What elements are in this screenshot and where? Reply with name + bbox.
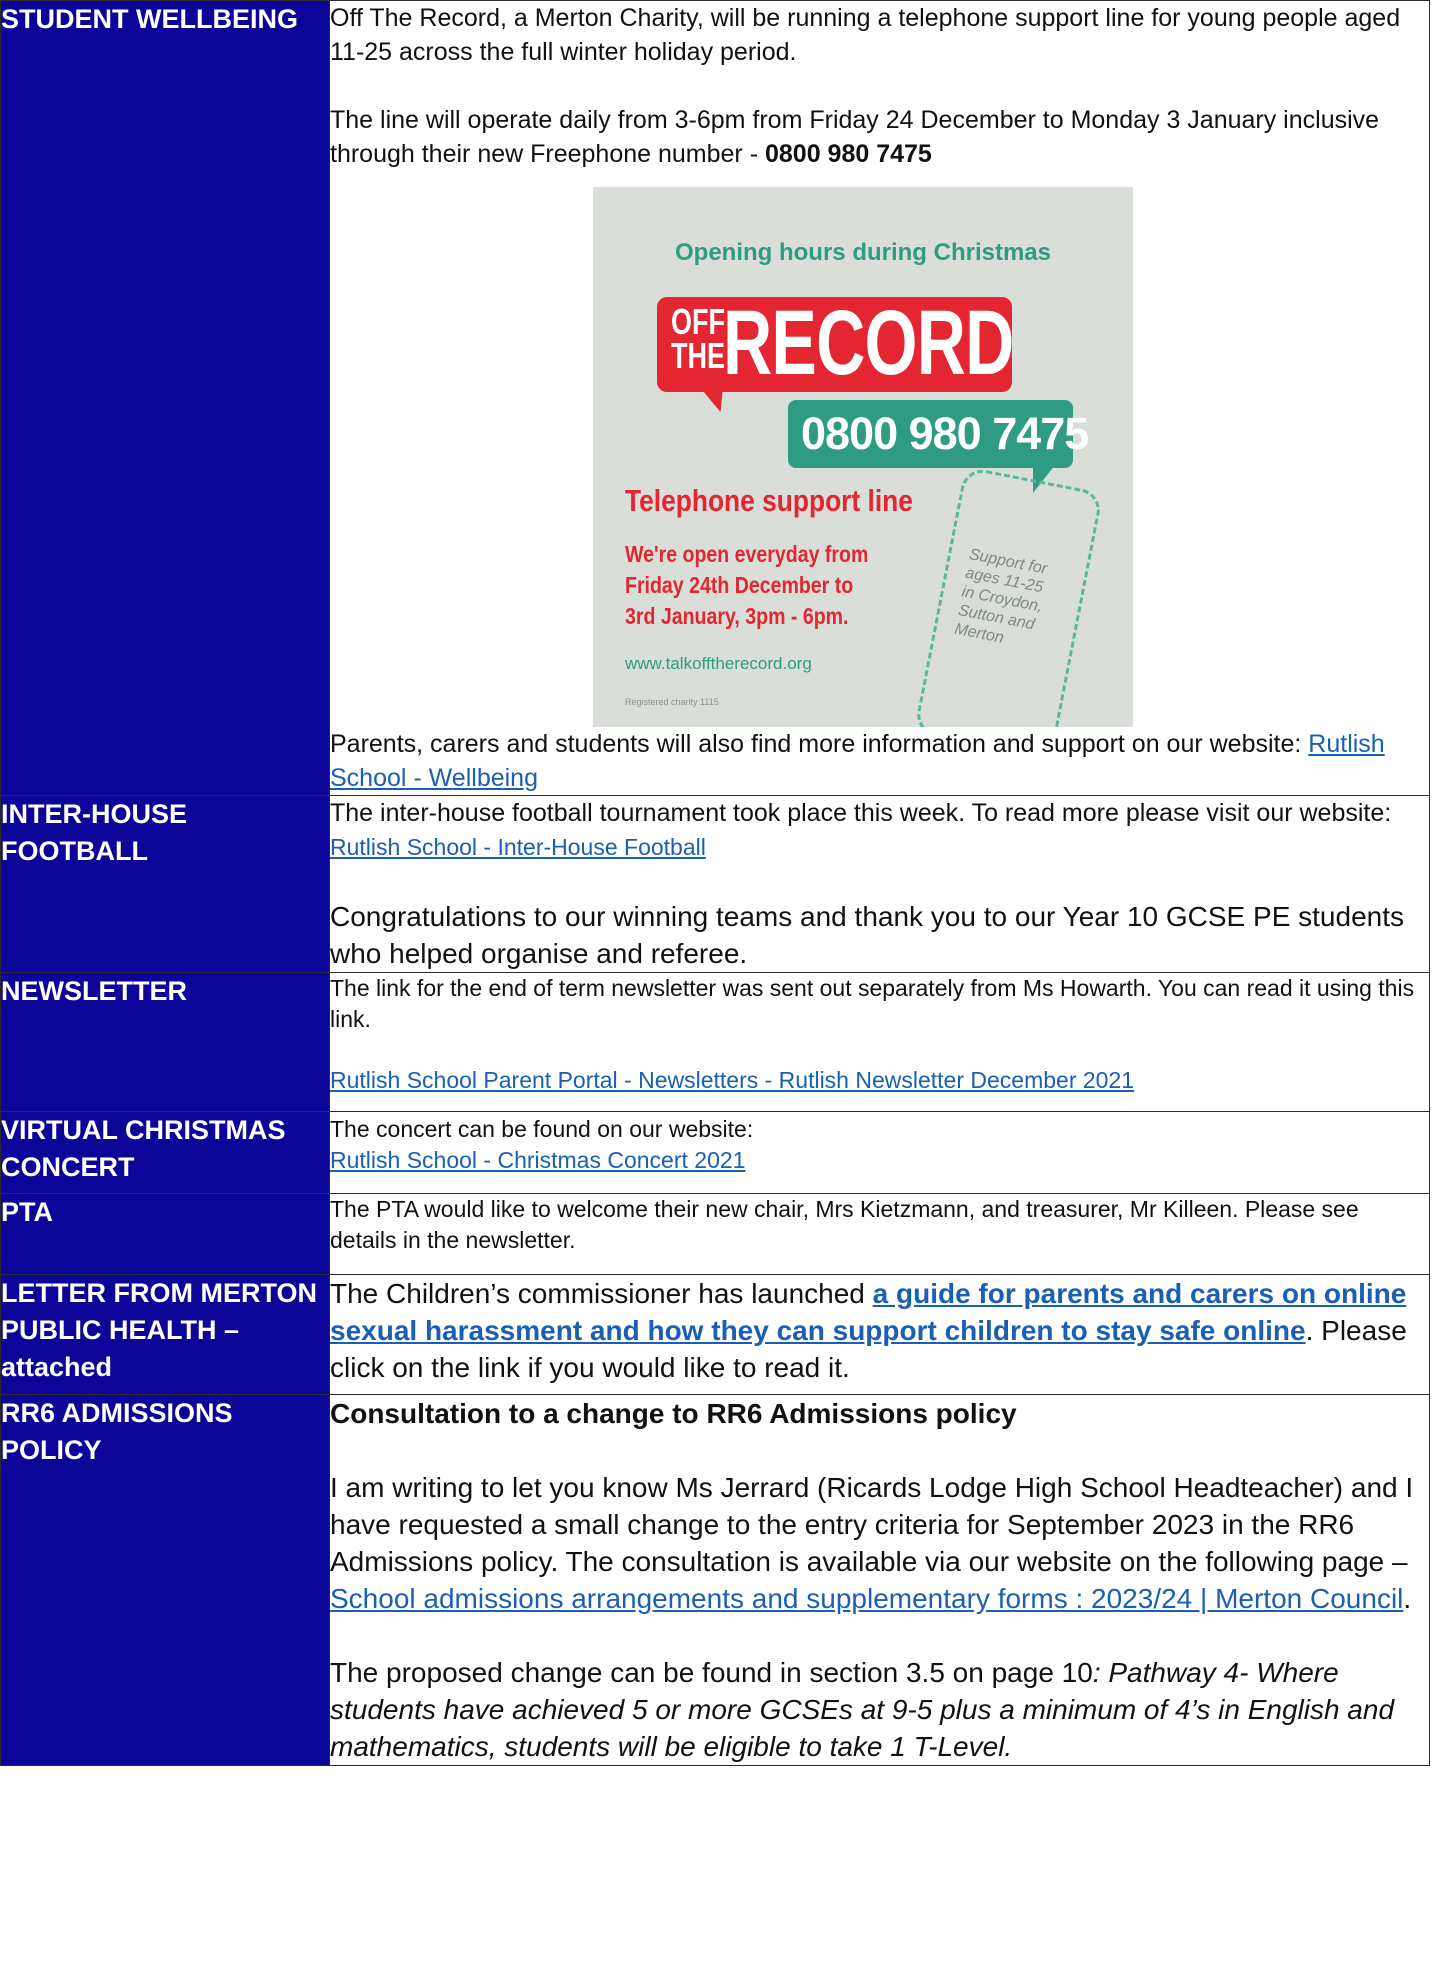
content-newsletter: The link for the end of term newsletter … <box>329 972 1430 1112</box>
wellbeing-website-text: Parents, carers and students will also f… <box>330 730 1309 758</box>
rr6-body: I am writing to let you know Ms Jerrard … <box>330 1469 1429 1617</box>
content-rr6-admissions-policy: Consultation to a change to RR6 Admissio… <box>329 1394 1430 1766</box>
newsletter-text: The link for the end of term newsletter … <box>330 975 1415 1032</box>
heading-virtual-christmas-concert: VIRTUAL CHRISTMAS CONCERT <box>0 1111 330 1194</box>
poster-title: Opening hours during Christmas <box>674 239 1052 266</box>
pta-text: The PTA would like to welcome their new … <box>330 1196 1359 1253</box>
football-intro-text: The inter-house football tournament took… <box>330 799 1392 827</box>
concert-text: The concert can be found on our website: <box>330 1116 754 1142</box>
content-student-wellbeing: Off The Record, a Merton Charity, will b… <box>329 0 1430 796</box>
heading-student-wellbeing: STUDENT WELLBEING <box>0 0 330 796</box>
rr6-title: Consultation to a change to RR6 Admissio… <box>330 1398 1017 1429</box>
football-intro: The inter-house football tournament took… <box>330 796 1429 864</box>
poster-opening-hours: We're open everyday from Friday 24th Dec… <box>625 539 868 632</box>
merton-council-admissions-link[interactable]: School admissions arrangements and suppl… <box>330 1583 1403 1614</box>
merton-text: The Children’s commissioner has launched… <box>330 1275 1429 1386</box>
wellbeing-intro: Off The Record, a Merton Charity, will b… <box>330 4 1401 66</box>
poster-logo-off-the: OFF THE <box>671 301 725 376</box>
newsletter-table: STUDENT WELLBEING Off The Record, a Mert… <box>0 0 1430 1766</box>
row-student-wellbeing: STUDENT WELLBEING Off The Record, a Mert… <box>0 0 1430 796</box>
row-merton-public-health: LETTER FROM MERTON PUBLIC HEALTH – attac… <box>0 1274 1430 1395</box>
heading-newsletter: NEWSLETTER <box>0 972 330 1112</box>
heading-merton-public-health: LETTER FROM MERTON PUBLIC HEALTH – attac… <box>0 1274 330 1395</box>
poster-fine-print: Registered charity 1115 <box>625 697 719 707</box>
football-link[interactable]: Rutlish School - Inter-House Football <box>330 834 706 860</box>
poster-open-line-3: 3rd January, 3pm - 6pm. <box>625 603 849 629</box>
content-merton-public-health: The Children’s commissioner has launched… <box>329 1274 1430 1395</box>
poster-phone-text: Support for ages 11-25 in Croydon, Sutto… <box>953 545 1049 647</box>
poster-open-line-1: We're open everyday from <box>625 541 869 567</box>
concert-link[interactable]: Rutlish School - Christmas Concert 2021 <box>330 1147 745 1173</box>
row-newsletter: NEWSLETTER The link for the end of term … <box>0 972 1430 1112</box>
rr6-body-text: I am writing to let you know Ms Jerrard … <box>330 1472 1414 1577</box>
football-congrats: Congratulations to our winning teams and… <box>330 901 1404 969</box>
content-inter-house-football: The inter-house football tournament took… <box>329 795 1430 973</box>
poster-phone-number: 0800 980 7475 <box>801 408 1089 459</box>
heading-rr6-admissions-policy: RR6 ADMISSIONS POLICY <box>0 1394 330 1766</box>
rr6-body-tail: . <box>1403 1583 1412 1614</box>
poster-subtitle: Telephone support line <box>625 483 913 518</box>
content-virtual-christmas-concert: The concert can be found on our website:… <box>329 1111 1430 1194</box>
wellbeing-hours: The line will operate daily from 3-6pm f… <box>330 103 1429 171</box>
poster-url: www.talkofftherecord.org <box>625 654 812 673</box>
wellbeing-website: Parents, carers and students will also f… <box>330 727 1429 795</box>
row-rr6-admissions-policy: RR6 ADMISSIONS POLICY Consultation to a … <box>0 1394 1430 1766</box>
newsletter-link-line: Rutlish School Parent Portal - Newslette… <box>330 1065 1429 1096</box>
row-virtual-christmas-concert: VIRTUAL CHRISTMAS CONCERT The concert ca… <box>0 1111 1430 1194</box>
off-the-record-poster: Opening hours during Christmas OFF THE RE… <box>593 187 1133 727</box>
row-pta: PTA The PTA would like to welcome their … <box>0 1193 1430 1275</box>
heading-inter-house-football: INTER-HOUSE FOOTBALL <box>0 795 330 973</box>
row-inter-house-football: INTER-HOUSE FOOTBALL The inter-house foo… <box>0 795 1430 973</box>
rr6-change-text: The proposed change can be found in sect… <box>330 1657 1093 1688</box>
poster-logo-record: RECORD <box>723 292 1014 394</box>
newsletter-link[interactable]: Rutlish School Parent Portal - Newslette… <box>330 1067 1134 1093</box>
heading-pta: PTA <box>0 1193 330 1275</box>
merton-text-intro: The Children’s commissioner has launched <box>330 1278 873 1309</box>
freephone-number: 0800 980 7475 <box>764 140 932 168</box>
concert-link-line: Rutlish School - Christmas Concert 2021 <box>330 1145 1429 1176</box>
rr6-change: The proposed change can be found in sect… <box>330 1654 1429 1765</box>
content-pta: The PTA would like to welcome their new … <box>329 1193 1430 1275</box>
poster-open-line-2: Friday 24th December to <box>625 572 854 598</box>
